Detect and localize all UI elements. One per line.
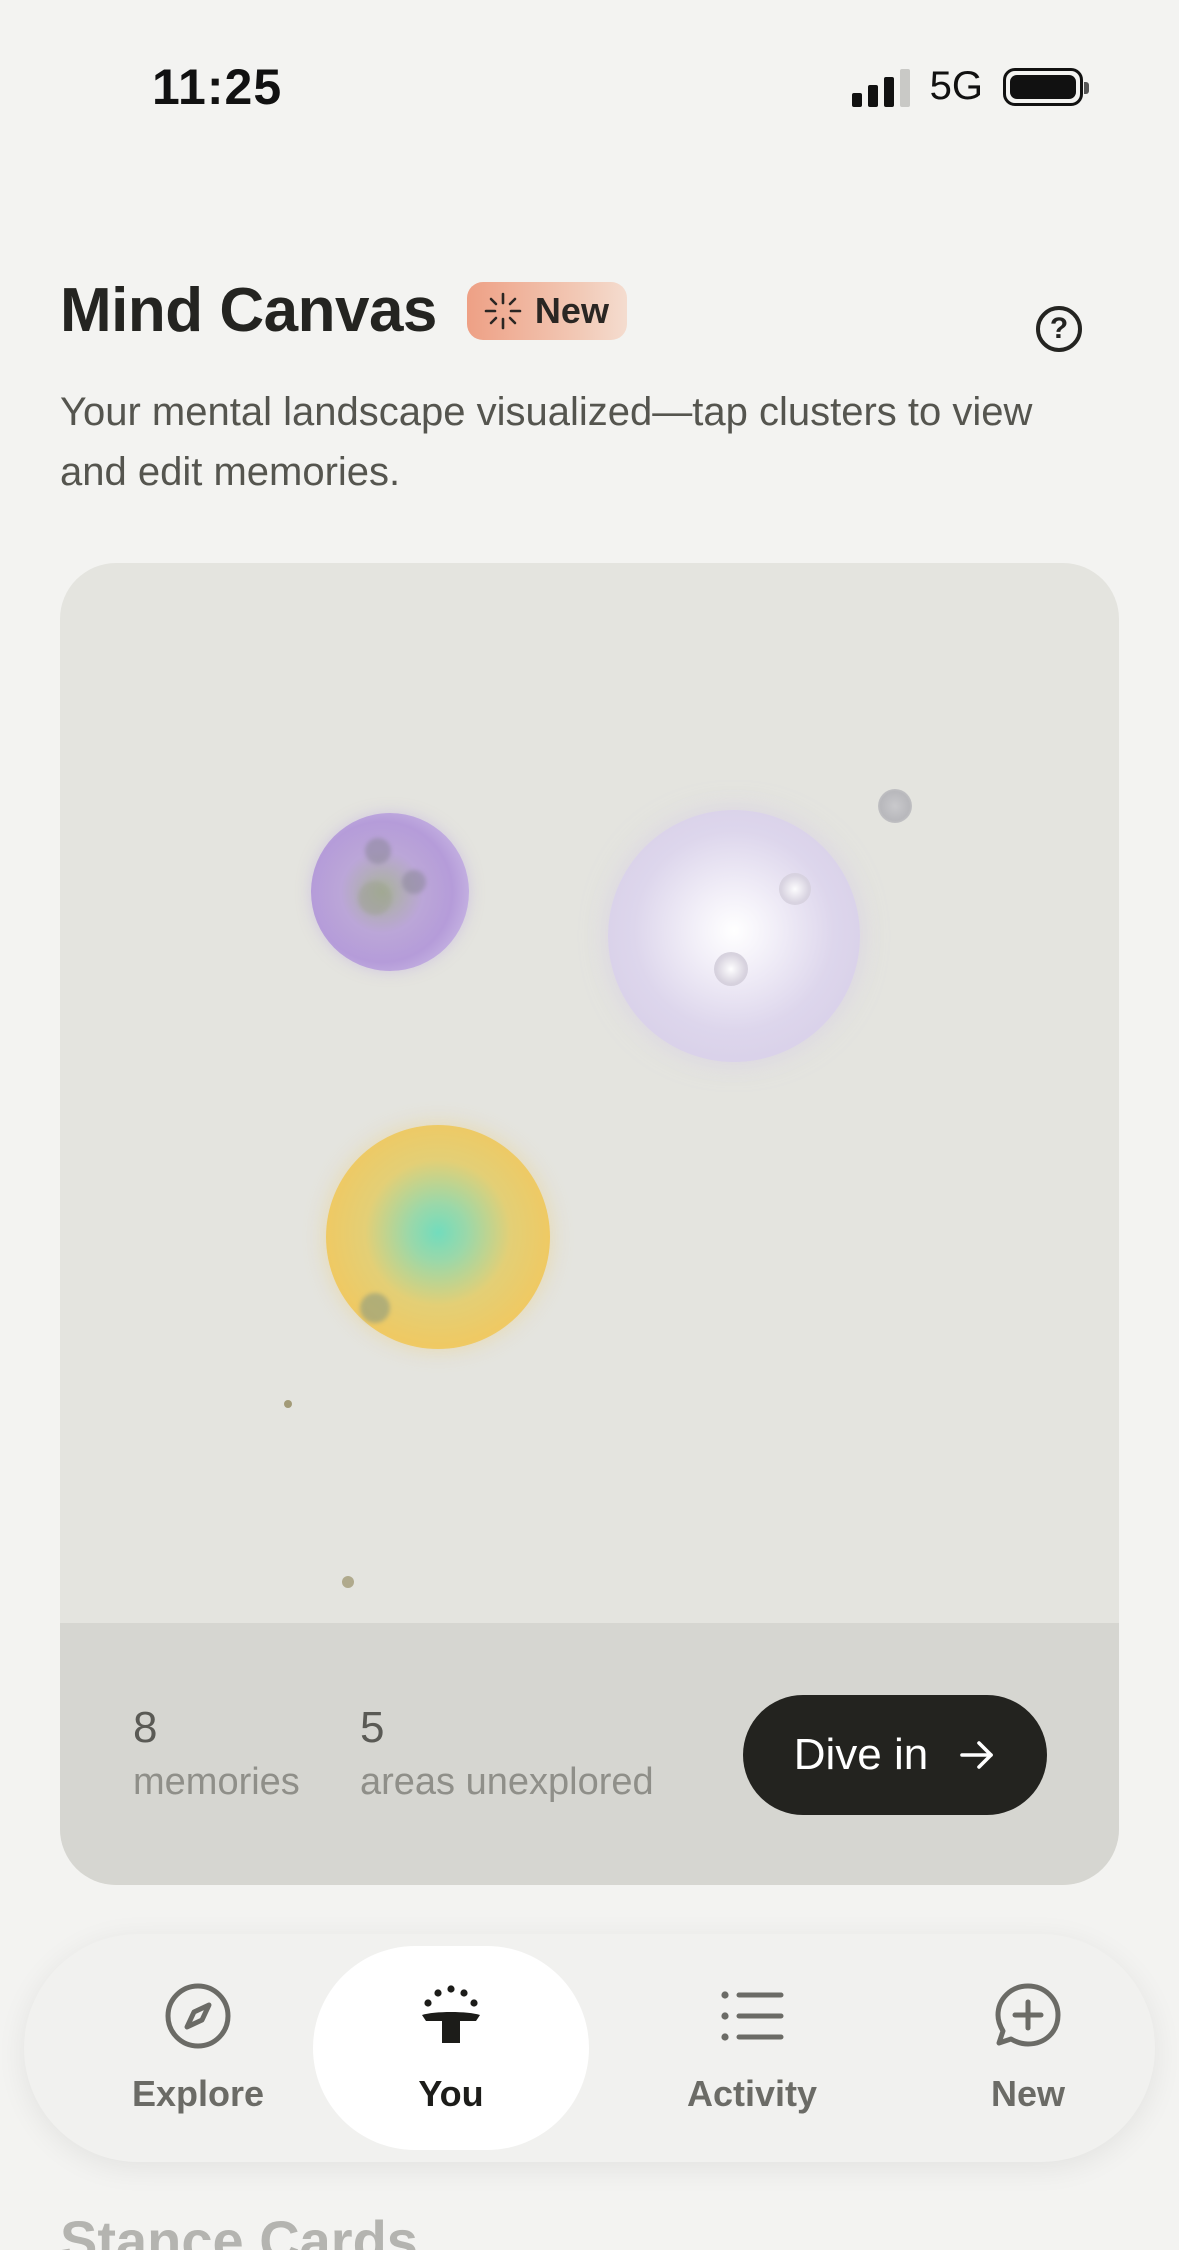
page-title: Mind Canvas [60, 276, 437, 345]
tab-you[interactable]: You [313, 1946, 589, 2150]
signal-icon [851, 67, 910, 107]
memory-cluster-yellow[interactable] [326, 1125, 550, 1349]
tab-label: Activity [686, 2073, 818, 2114]
arrow-right-icon [960, 1741, 994, 1769]
memory-dot[interactable] [284, 1400, 292, 1408]
sparkle-icon [484, 292, 522, 329]
new-badge: New [466, 281, 627, 340]
title-row: Mind Canvas New [60, 275, 627, 346]
memory-dot[interactable] [360, 1293, 390, 1323]
canvas-stats-bar: 8 memories 5 areas unexplored Dive in [60, 1623, 1119, 1885]
tab-label: Explore [131, 2073, 265, 2114]
help-button[interactable]: ? [1036, 306, 1082, 352]
question-icon: ? [1049, 312, 1069, 345]
dive-in-label: Dive in [793, 1730, 929, 1779]
tab-new[interactable]: New [890, 1946, 1166, 2150]
memory-cluster-lavender[interactable] [608, 810, 860, 1062]
memory-dot[interactable] [365, 838, 391, 864]
stat-memories: 8 memories [133, 1703, 300, 1804]
section-title-stance-cards: Stance Cards [60, 2209, 418, 2250]
stat-label: memories [133, 1761, 300, 1803]
person-icon [422, 1985, 480, 2043]
bottom-tab-bar: Explore You Activity New [24, 1934, 1155, 2162]
stat-areas-unexplored: 5 areas unexplored [360, 1703, 654, 1804]
page-subtitle: Your mental landscape visualized—tap clu… [60, 390, 1033, 494]
memory-dot[interactable] [878, 789, 912, 823]
memory-dot[interactable] [342, 1576, 354, 1588]
tab-label: You [418, 2073, 484, 2114]
memory-dot[interactable] [358, 881, 392, 915]
chat-plus-icon [995, 1983, 1061, 2047]
compass-icon [165, 1983, 231, 2049]
dive-in-button[interactable]: Dive in [743, 1695, 1047, 1815]
stat-value: 5 [360, 1703, 385, 1752]
list-icon [721, 1991, 784, 2041]
stat-label: areas unexplored [360, 1761, 654, 1803]
status-indicators: 5G [851, 64, 1089, 109]
tab-label: New [990, 2073, 1066, 2114]
badge-label: New [534, 289, 609, 331]
tab-activity[interactable]: Activity [614, 1946, 890, 2150]
mind-canvas-card[interactable]: 8 memories 5 areas unexplored Dive in [60, 563, 1119, 1885]
memory-dot[interactable] [714, 952, 748, 986]
tab-explore[interactable]: Explore [60, 1946, 336, 2150]
stat-value: 8 [133, 1703, 158, 1752]
memory-dot[interactable] [402, 870, 426, 894]
status-time: 11:25 [152, 59, 283, 115]
battery-icon [1003, 67, 1089, 106]
memory-dot[interactable] [779, 873, 811, 905]
network-label: 5G [929, 64, 983, 108]
